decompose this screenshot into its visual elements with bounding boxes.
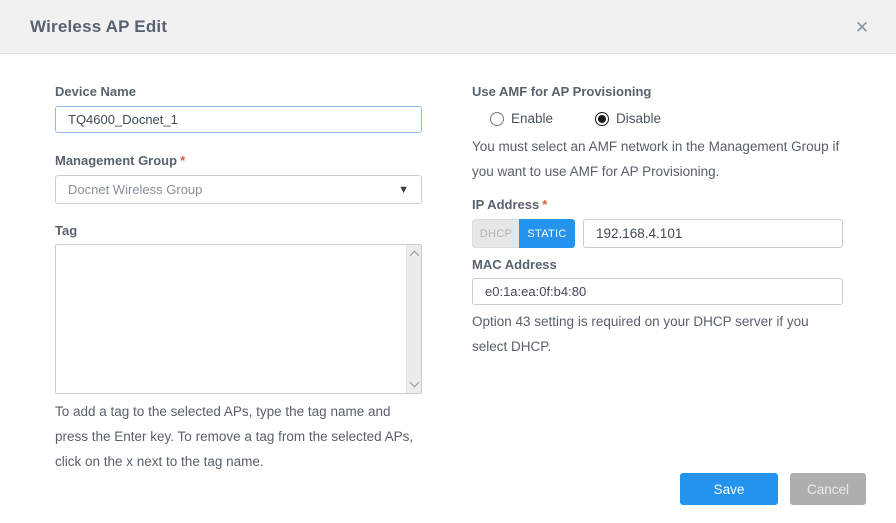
amf-enable-label: Enable bbox=[511, 111, 554, 126]
mac-address-label: MAC Address bbox=[472, 257, 557, 272]
mac-address-input[interactable] bbox=[472, 278, 843, 305]
dialog-header: Wireless AP Edit ✕ bbox=[0, 0, 896, 54]
required-asterisk: * bbox=[180, 153, 186, 168]
amf-radio-group: Enable Disable bbox=[472, 111, 843, 126]
tag-label: Tag bbox=[55, 223, 78, 238]
scroll-down-icon[interactable] bbox=[409, 377, 419, 388]
amf-disable-label: Disable bbox=[616, 111, 662, 126]
mac-help-text: Option 43 setting is required on your DH… bbox=[472, 314, 809, 354]
radio-checked-icon[interactable] bbox=[595, 111, 610, 126]
amf-enable-option[interactable]: Enable bbox=[490, 111, 553, 126]
close-icon[interactable]: ✕ bbox=[850, 16, 874, 40]
save-button[interactable]: Save bbox=[680, 473, 778, 505]
right-column: Use AMF for AP Provisioning Enable Disab… bbox=[472, 54, 843, 359]
management-group-label: Management Group * bbox=[55, 153, 422, 168]
tag-textarea[interactable] bbox=[56, 245, 406, 393]
ip-mode-toggle: DHCP STATIC bbox=[472, 219, 575, 248]
amf-disable-option[interactable]: Disable bbox=[595, 111, 661, 126]
ip-address-row: DHCP STATIC bbox=[472, 219, 843, 248]
tag-scrollbar[interactable] bbox=[406, 245, 421, 393]
chevron-down-icon: ▼ bbox=[398, 183, 409, 196]
device-name-label: Device Name bbox=[55, 84, 136, 99]
ip-address-label-text: IP Address bbox=[472, 197, 540, 212]
management-group-label-text: Management Group bbox=[55, 153, 178, 168]
wireless-ap-edit-dialog: Wireless AP Edit ✕ Device Name Managemen… bbox=[0, 0, 896, 523]
amf-label: Use AMF for AP Provisioning bbox=[472, 84, 652, 99]
tag-field-container bbox=[55, 244, 422, 394]
device-name-input[interactable] bbox=[55, 106, 422, 133]
ip-address-label: IP Address * bbox=[472, 197, 843, 212]
tag-help-text: To add a tag to the selected APs, type t… bbox=[55, 404, 414, 469]
radio-unchecked-icon[interactable] bbox=[490, 111, 504, 126]
required-asterisk: * bbox=[542, 197, 548, 212]
cancel-button[interactable]: Cancel bbox=[790, 473, 866, 505]
management-group-select[interactable]: Docnet Wireless Group ▼ bbox=[55, 175, 422, 204]
static-toggle-button[interactable]: STATIC bbox=[519, 219, 575, 248]
scroll-up-icon[interactable] bbox=[409, 250, 419, 261]
management-group-selected-value: Docnet Wireless Group bbox=[68, 182, 203, 197]
dialog-title: Wireless AP Edit bbox=[30, 16, 168, 36]
left-column: Device Name Management Group* Docnet Wir… bbox=[55, 54, 422, 474]
dhcp-toggle-button[interactable]: DHCP bbox=[472, 219, 519, 248]
ip-address-input[interactable] bbox=[583, 219, 843, 248]
amf-help-text: You must select an AMF network in the Ma… bbox=[472, 139, 840, 179]
